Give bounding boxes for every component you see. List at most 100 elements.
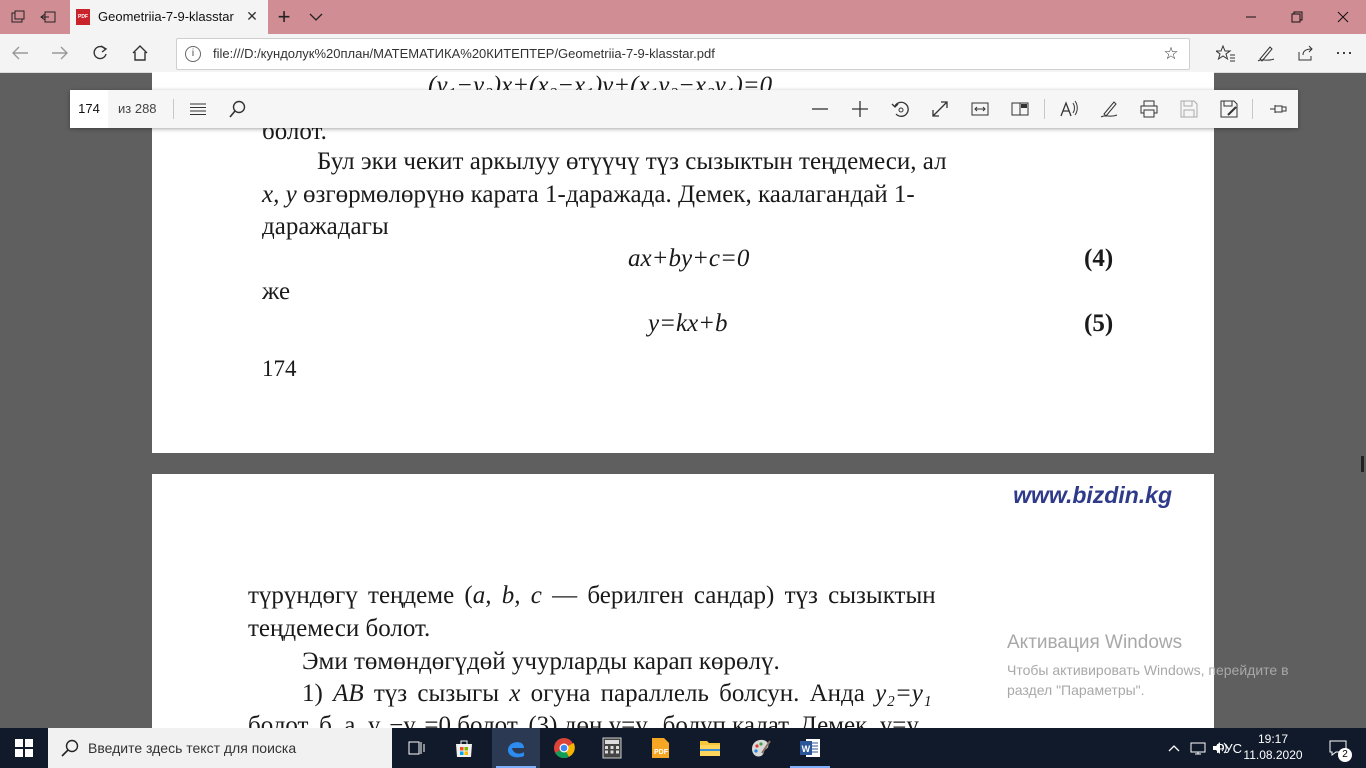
read-aloud-icon[interactable] (1053, 93, 1085, 125)
svg-text:PDF: PDF (654, 749, 669, 756)
text-span: огуна параллель болсун. Анда (520, 680, 876, 707)
restore-icon[interactable] (1274, 0, 1320, 34)
info-icon[interactable]: i (185, 46, 201, 62)
clock[interactable]: 19:17 11.08.2020 (1240, 731, 1306, 763)
activation-line: Чтобы активировать Windows, перейдите в (1007, 662, 1289, 678)
draw-icon[interactable] (1093, 93, 1125, 125)
pdf-toolbar: 174 из 288 (70, 90, 1298, 128)
text-line: Бул эки чекит аркылуу өтүүчү түз сызыкты… (317, 148, 947, 175)
more-options-icon[interactable]: ⋯ (1326, 37, 1362, 69)
page-total: из 288 (118, 101, 157, 116)
taskbar-search-box[interactable]: Введите здесь текст для поиска (48, 728, 392, 768)
variables: AB (333, 680, 364, 707)
variables: x, y (262, 181, 297, 208)
text-line: даражадагы (262, 213, 389, 240)
page-number: 174 (262, 356, 297, 381)
word-icon[interactable]: W (786, 728, 834, 768)
paint-icon[interactable] (736, 728, 784, 768)
calculator-icon[interactable] (588, 728, 636, 768)
site-watermark: www.bizdin.kg (1013, 482, 1172, 508)
text-span: түрүндөгү теңдеме ( (248, 582, 473, 609)
scrollbar-thumb[interactable] (1361, 456, 1364, 472)
search-placeholder: Введите здесь текст для поиска (88, 740, 297, 756)
print-icon[interactable] (1133, 93, 1165, 125)
tab-bar: PDF Geometriia-7-9-klasstar ✕ + (0, 0, 1366, 34)
close-tab-icon[interactable]: ✕ (242, 6, 262, 26)
url-text[interactable]: file:///D:/кундолук%20план/МАТЕМАТИКА%20… (213, 46, 715, 61)
set-tabs-aside-icon[interactable] (30, 0, 66, 34)
back-icon[interactable] (2, 37, 38, 69)
zoom-out-icon[interactable] (804, 93, 836, 125)
pdf-page: (y₁−y₂)x+(x₂−x₁)y+(x₁y₂−x₂y₁)=0 болот. Б… (152, 72, 1214, 453)
notification-count: 2 (1338, 748, 1352, 762)
activation-line: раздел "Параметры". (1007, 682, 1145, 698)
contents-list-icon[interactable] (182, 93, 214, 125)
text-line: x, y өзгөрмөлөрүнө карата 1-даражада. Де… (262, 181, 915, 209)
file-explorer-icon[interactable] (686, 728, 734, 768)
save-icon[interactable] (1173, 93, 1205, 125)
activation-text: Чтобы активировать Windows, перейдите в … (1007, 660, 1327, 700)
text-line: Эми төмөндөгүдөй учурларды карап көрөлү. (302, 648, 780, 675)
chrome-icon[interactable] (540, 728, 588, 768)
start-button[interactable] (0, 728, 48, 768)
fit-page-icon[interactable] (924, 93, 956, 125)
fit-width-icon[interactable] (964, 93, 996, 125)
save-as-icon[interactable] (1213, 93, 1245, 125)
address-bar: i file:///D:/кундолук%20план/МАТЕМАТИКА%… (0, 34, 1366, 73)
zoom-in-icon[interactable] (844, 93, 876, 125)
text-line: же (262, 278, 291, 305)
edge-browser-icon[interactable] (492, 728, 540, 768)
text-span: — берилген сандар) түз сызыктын (541, 582, 936, 609)
divider (173, 99, 174, 119)
chevron-down-icon[interactable] (298, 0, 334, 34)
equation: y₂=y₁ (875, 680, 932, 707)
refresh-icon[interactable] (82, 37, 118, 69)
divider (1044, 99, 1045, 119)
search-icon[interactable] (222, 93, 254, 125)
pin-toolbar-icon[interactable] (1262, 93, 1294, 125)
clock-time: 19:17 (1257, 732, 1289, 746)
tab-title: Geometriia-7-9-klasstar (98, 9, 234, 24)
forward-icon[interactable] (42, 37, 78, 69)
page-view-icon[interactable] (1004, 93, 1036, 125)
equation-4: ax+by+c=0 (628, 245, 750, 272)
variables: x (509, 680, 521, 707)
home-icon[interactable] (122, 37, 158, 69)
share-icon[interactable] (1288, 37, 1324, 69)
rotate-icon[interactable] (884, 93, 916, 125)
minimize-icon[interactable] (1228, 0, 1274, 34)
divider (1252, 99, 1253, 119)
store-icon[interactable] (440, 728, 488, 768)
text-line: теңдемеси болот. (248, 615, 431, 642)
equation-number: (5) (1084, 310, 1114, 337)
text-span: түз сызыгы (363, 680, 510, 707)
show-hidden-icons-chevron-up-icon[interactable] (1162, 728, 1186, 768)
activation-title: Активация Windows (1007, 632, 1183, 653)
tab-active[interactable]: PDF Geometriia-7-9-klasstar ✕ (70, 0, 268, 34)
close-window-icon[interactable] (1320, 0, 1366, 34)
new-tab-button[interactable]: + (266, 0, 302, 34)
pdf-file-icon: PDF (76, 9, 90, 25)
text-line: 1) AB түз сызыгы x огуна параллель болсу… (302, 680, 932, 708)
search-icon (60, 738, 80, 758)
favorite-star-icon[interactable]: ☆ (1159, 42, 1183, 66)
pen-notes-icon[interactable] (1248, 37, 1284, 69)
svg-text:W: W (802, 744, 811, 754)
task-view-icon[interactable] (392, 728, 440, 768)
text-line: түрүндөгү теңдеме (a, b, c — берилген са… (248, 582, 936, 610)
favorites-list-icon[interactable] (1208, 37, 1244, 69)
text-span: өзгөрмөлөрүнө карата 1-даражада. Демек, … (296, 181, 915, 208)
equation-5: y=kx+b (648, 310, 728, 337)
network-icon[interactable] (1186, 728, 1210, 768)
action-center-icon[interactable]: 2 (1318, 728, 1358, 768)
equation-number: (4) (1084, 245, 1114, 272)
text-span: 1) (302, 680, 334, 707)
page-number-input[interactable]: 174 (70, 90, 108, 128)
variables: a, b, c (472, 582, 542, 609)
windows-logo-icon (15, 739, 33, 757)
pdf-reader-icon[interactable]: PDF (636, 728, 684, 768)
clock-date: 11.08.2020 (1243, 748, 1303, 762)
activation-watermark: Активация Windows Чтобы активировать Win… (1007, 632, 1327, 700)
taskbar: Введите здесь текст для поиска PDF W РУС… (0, 728, 1366, 768)
url-bar[interactable]: i file:///D:/кундолук%20план/МАТЕМАТИКА%… (176, 38, 1190, 70)
